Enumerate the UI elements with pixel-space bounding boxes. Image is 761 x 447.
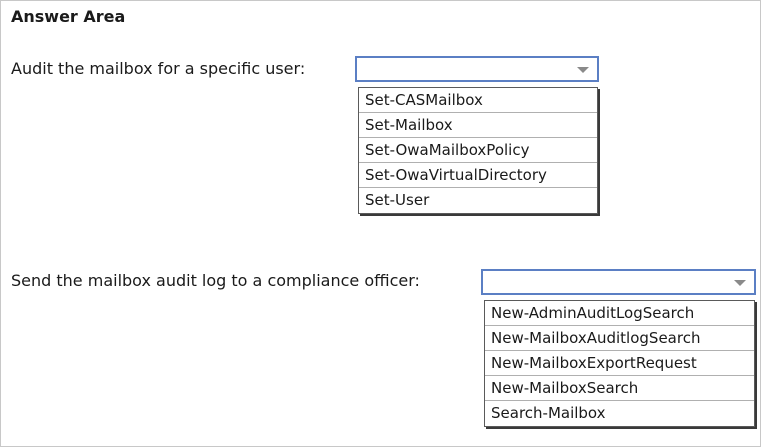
chevron-down-icon[interactable] xyxy=(734,280,746,286)
option-search-mailbox[interactable]: Search-Mailbox xyxy=(485,401,754,426)
option-new-mailboxauditlogsearch[interactable]: New-MailboxAuditlogSearch xyxy=(485,326,754,351)
question-1-label: Audit the mailbox for a specific user: xyxy=(11,59,306,78)
option-new-mailboxexportrequest[interactable]: New-MailboxExportRequest xyxy=(485,351,754,376)
answer-area-panel: Answer Area Audit the mailbox for a spec… xyxy=(0,0,761,447)
option-new-adminauditlogsearch[interactable]: New-AdminAuditLogSearch xyxy=(485,301,754,326)
question-1-dropdown[interactable] xyxy=(355,56,599,82)
answer-area-title: Answer Area xyxy=(11,7,126,26)
question-1-options-list: Set-CASMailbox Set-Mailbox Set-OwaMailbo… xyxy=(358,87,598,214)
question-2-options-list: New-AdminAuditLogSearch New-MailboxAudit… xyxy=(484,300,755,427)
option-set-casmailbox[interactable]: Set-CASMailbox xyxy=(359,88,597,113)
option-set-owamailboxpolicy[interactable]: Set-OwaMailboxPolicy xyxy=(359,138,597,163)
option-set-owavirtualdirectory[interactable]: Set-OwaVirtualDirectory xyxy=(359,163,597,188)
chevron-down-icon[interactable] xyxy=(577,67,589,73)
question-2-dropdown[interactable] xyxy=(481,269,756,295)
option-set-user[interactable]: Set-User xyxy=(359,188,597,213)
option-set-mailbox[interactable]: Set-Mailbox xyxy=(359,113,597,138)
option-new-mailboxsearch[interactable]: New-MailboxSearch xyxy=(485,376,754,401)
question-2-label: Send the mailbox audit log to a complian… xyxy=(11,271,420,290)
